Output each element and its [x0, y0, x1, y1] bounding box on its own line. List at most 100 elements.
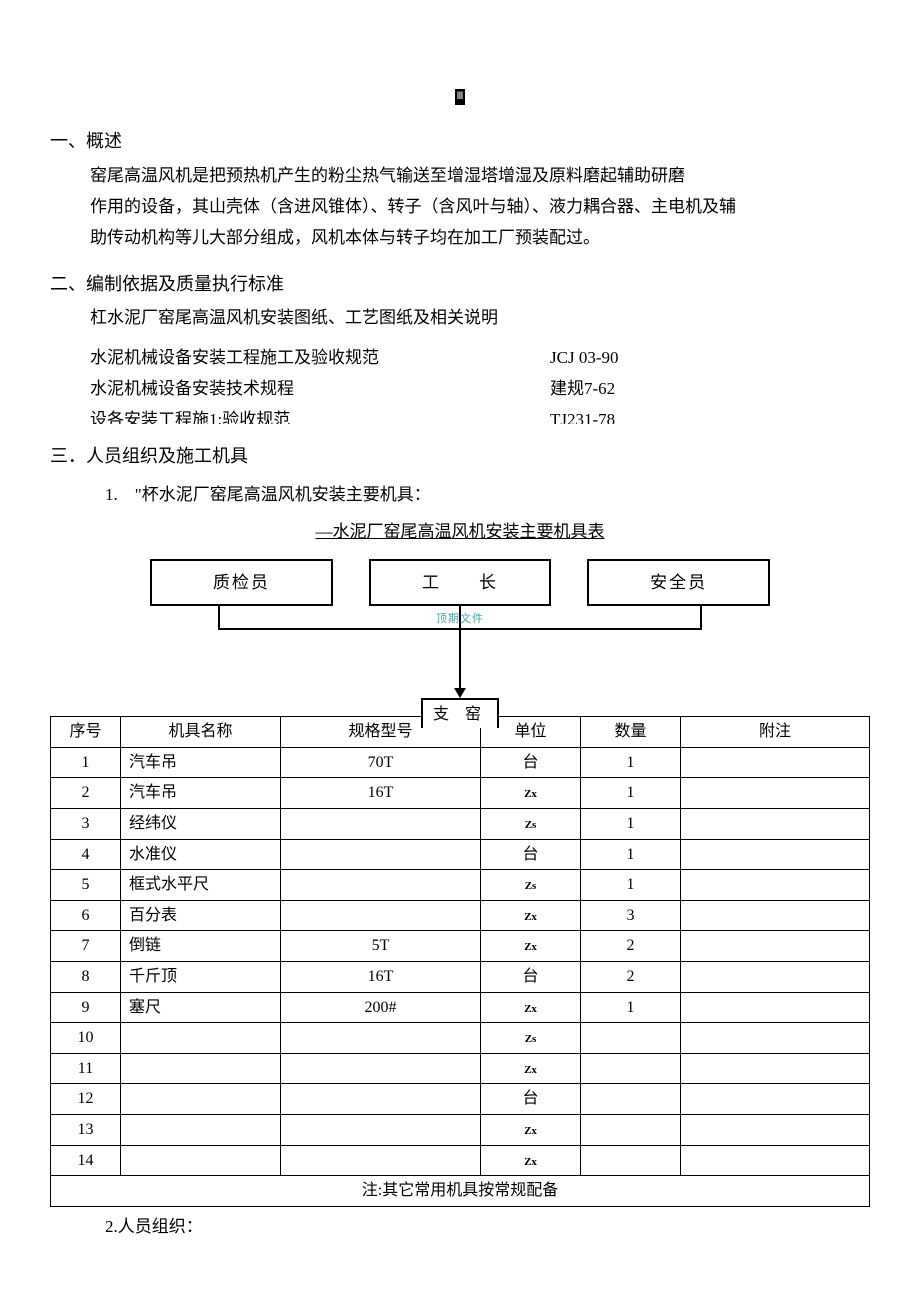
cell-name — [121, 1053, 281, 1084]
standard-code: TJ231-78 — [550, 406, 615, 424]
org-row: 质检员 工 长 安全员 — [150, 559, 770, 606]
table-row: 4水准仪台1 — [51, 839, 870, 870]
cell-seq: 3 — [51, 809, 121, 840]
cell-qty: 1 — [581, 747, 681, 778]
cell-spec — [281, 1023, 481, 1054]
cell-unit: 台 — [481, 962, 581, 993]
cell-spec — [281, 870, 481, 901]
cell-note — [681, 1114, 870, 1145]
cell-name — [121, 1084, 281, 1115]
table-row: 13Zx — [51, 1114, 870, 1145]
cell-seq: 13 — [51, 1114, 121, 1145]
page-marker-text: Ⅲ — [455, 89, 466, 105]
standards-list: 水泥机械设备安装工程施工及验收规范 JCJ 03-90 水泥机械设备安装技术规程… — [90, 344, 870, 424]
cell-qty: 3 — [581, 900, 681, 931]
table-row: 6百分表 Zx3 — [51, 900, 870, 931]
table-row: 5框式水平尺Zs1 — [51, 870, 870, 901]
org-line — [459, 628, 461, 690]
cell-unit: 台 — [481, 747, 581, 778]
cell-name: 塞尺 — [121, 992, 281, 1023]
cell-spec — [281, 839, 481, 870]
cell-qty: 1 — [581, 992, 681, 1023]
cell-qty — [581, 1145, 681, 1176]
table-row: 14 Zx — [51, 1145, 870, 1176]
cell-seq: 6 — [51, 900, 121, 931]
section-2-p1: 杠水泥厂窑尾高温风机安装图纸、工艺图纸及相关说明 — [90, 304, 870, 331]
col-note: 附注 — [681, 717, 870, 748]
cell-unit: Zx — [481, 931, 581, 962]
cell-unit: 台 — [481, 839, 581, 870]
cell-unit: 台 — [481, 1084, 581, 1115]
cell-unit: Zs — [481, 809, 581, 840]
cell-spec: 200# — [281, 992, 481, 1023]
table-row: 11Zx — [51, 1053, 870, 1084]
cell-name: 水准仪 — [121, 839, 281, 870]
col-seq: 序号 — [51, 717, 121, 748]
cell-seq: 12 — [51, 1084, 121, 1115]
section-2-heading: 二、编制依据及质量执行标准 — [50, 270, 870, 299]
table-row: 2汽车吊16TZx1 — [51, 778, 870, 809]
cell-note — [681, 931, 870, 962]
org-box-inspector: 质检员 — [150, 559, 333, 606]
cell-seq: 2 — [51, 778, 121, 809]
cell-name: 框式水平尺 — [121, 870, 281, 901]
standard-name: 水泥机械设备安装工程施工及验收规范 — [90, 344, 550, 371]
cell-note — [681, 900, 870, 931]
watermark-text: 顶期文件 — [436, 611, 484, 629]
section-3-item1: 1. "杯水泥厂窑尾高温风机安装主要机具： — [105, 481, 870, 508]
table-row: 9塞尺200#Zx1 — [51, 992, 870, 1023]
cell-unit: Zx — [481, 1145, 581, 1176]
cell-note — [681, 992, 870, 1023]
cell-spec — [281, 1145, 481, 1176]
cell-seq: 1 — [51, 747, 121, 778]
cell-name — [121, 1023, 281, 1054]
col-qty: 数量 — [581, 717, 681, 748]
cell-name: 汽车吊 — [121, 778, 281, 809]
cell-seq: 10 — [51, 1023, 121, 1054]
cell-spec: 16T — [281, 962, 481, 993]
section-1-p1: 窑尾高温风机是把预热机产生的粉尘热气输送至增湿塔增湿及原料磨起辅助研磨 — [90, 162, 870, 189]
standard-row: 水泥机械设备安装工程施工及验收规范 JCJ 03-90 — [90, 344, 870, 371]
table-row: 3经纬仪Zs1 — [51, 809, 870, 840]
org-line — [700, 606, 702, 628]
standard-row: 设各安装工程施1:验收规范 TJ231-78 — [90, 406, 870, 424]
table-row: 10Zs — [51, 1023, 870, 1054]
section-3-item2: 2.人员组织： — [105, 1213, 870, 1240]
cell-spec: 5T — [281, 931, 481, 962]
cell-note — [681, 778, 870, 809]
cell-note — [681, 1053, 870, 1084]
cell-name: 千斤顶 — [121, 962, 281, 993]
cell-qty — [581, 1023, 681, 1054]
cell-qty: 2 — [581, 931, 681, 962]
arrow-down-icon — [454, 688, 466, 698]
cell-name: 汽车吊 — [121, 747, 281, 778]
cell-unit: Zx — [481, 992, 581, 1023]
cell-note — [681, 870, 870, 901]
cell-qty — [581, 1114, 681, 1145]
table-note-row: 注:其它常用机具按常规配备 — [51, 1176, 870, 1207]
cell-note — [681, 1145, 870, 1176]
cell-unit: Zx — [481, 900, 581, 931]
cell-seq: 8 — [51, 962, 121, 993]
cell-qty — [581, 1053, 681, 1084]
cell-seq: 14 — [51, 1145, 121, 1176]
cell-unit: Zs — [481, 870, 581, 901]
cell-note — [681, 809, 870, 840]
org-line — [218, 606, 220, 628]
cell-qty: 1 — [581, 839, 681, 870]
cell-seq: 9 — [51, 992, 121, 1023]
page-marker: Ⅲ — [50, 80, 870, 107]
cell-note — [681, 1023, 870, 1054]
cell-name: 经纬仪 — [121, 809, 281, 840]
standard-code: 建规7-62 — [550, 375, 615, 402]
cell-unit: Zx — [481, 1053, 581, 1084]
org-box-safety: 安全员 — [587, 559, 770, 606]
table-note: 注:其它常用机具按常规配备 — [51, 1176, 870, 1207]
cell-unit: Zx — [481, 778, 581, 809]
standard-code: JCJ 03-90 — [550, 344, 618, 371]
cell-name: 百分表 — [121, 900, 281, 931]
section-1-p2: 作用的设备，其山壳体（含进风锥体）、转子（含风叶与轴）、液力耦合器、主电机及辅 — [90, 193, 870, 220]
cell-qty: 2 — [581, 962, 681, 993]
cell-note — [681, 747, 870, 778]
equipment-table: 序号 机具名称 规格型号 单位 数量 附注 1汽车吊70T台12汽车吊16TZx… — [50, 716, 870, 1207]
